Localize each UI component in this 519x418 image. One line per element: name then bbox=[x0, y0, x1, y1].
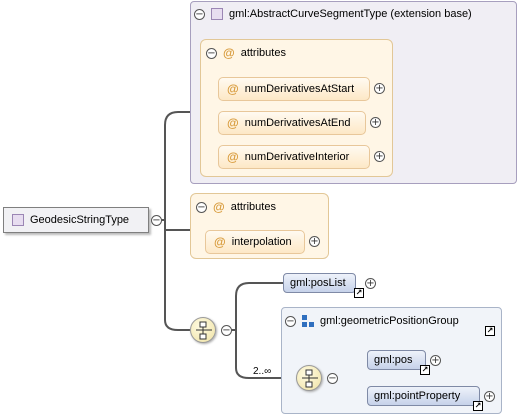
attribute-label: numDerivativesAtEnd bbox=[244, 117, 351, 129]
collapse-group-button[interactable]: − bbox=[285, 315, 296, 327]
attribute-icon: @ bbox=[227, 116, 239, 130]
expand-numDerivativeInterior-button[interactable]: + bbox=[374, 151, 385, 162]
reference-arrow-icon: ↗ bbox=[420, 365, 430, 375]
attribute-interpolation[interactable]: @ interpolation bbox=[205, 230, 305, 254]
collapse-root-button[interactable]: − bbox=[151, 215, 162, 226]
complex-type-icon bbox=[12, 214, 24, 226]
own-attributes-header: − @ attributes bbox=[196, 200, 276, 214]
base-type-header: − gml:AbstractCurveSegmentType (extensio… bbox=[194, 8, 472, 20]
expand-pointProperty-button[interactable]: + bbox=[484, 391, 495, 402]
reference-arrow-icon: ↗ bbox=[485, 326, 495, 336]
reference-arrow-icon: ↗ bbox=[354, 288, 364, 298]
attribute-numDerivativesAtEnd[interactable]: @ numDerivativesAtEnd bbox=[218, 111, 366, 135]
collapse-base-attributes-button[interactable]: − bbox=[206, 47, 217, 59]
element-posList[interactable]: gml:posList bbox=[283, 273, 356, 293]
base-attributes-header: − @ attributes bbox=[206, 46, 286, 60]
attribute-icon: @ bbox=[223, 46, 235, 60]
root-type-box[interactable]: GeodesicStringType bbox=[3, 207, 149, 233]
own-attributes-label: attributes bbox=[230, 201, 276, 213]
attribute-icon: @ bbox=[213, 200, 225, 214]
attribute-label: numDerivativeInterior bbox=[244, 151, 350, 163]
sequence-compositor-icon[interactable] bbox=[296, 365, 322, 391]
element-pos[interactable]: gml:pos bbox=[367, 350, 426, 370]
collapse-base-type-button[interactable]: − bbox=[194, 8, 205, 20]
base-type-title: gml:AbstractCurveSegmentType (extension … bbox=[229, 8, 472, 20]
base-attributes-label: attributes bbox=[240, 47, 286, 59]
reference-arrow-icon: ↗ bbox=[473, 401, 483, 411]
attribute-label: interpolation bbox=[231, 236, 292, 248]
attribute-numDerivativeInterior[interactable]: @ numDerivativeInterior bbox=[218, 145, 370, 169]
cardinality-label: 2..∞ bbox=[253, 366, 272, 377]
collapse-sequence-button[interactable]: − bbox=[327, 373, 338, 384]
group-title: gml:geometricPositionGroup bbox=[320, 315, 459, 327]
attribute-label: numDerivativesAtStart bbox=[244, 83, 355, 95]
complex-type-icon bbox=[211, 8, 223, 20]
element-label: gml:pointProperty bbox=[374, 390, 461, 402]
expand-posList-button[interactable]: + bbox=[365, 278, 376, 289]
attribute-icon: @ bbox=[214, 235, 226, 249]
expand-numDerivativesAtEnd-button[interactable]: + bbox=[370, 117, 381, 128]
collapse-own-attributes-button[interactable]: − bbox=[196, 201, 207, 213]
element-label: gml:pos bbox=[374, 354, 413, 366]
collapse-choice-button[interactable]: − bbox=[221, 325, 232, 336]
group-icon bbox=[302, 315, 314, 327]
expand-pos-button[interactable]: + bbox=[430, 355, 441, 366]
group-header: − gml:geometricPositionGroup bbox=[285, 315, 459, 327]
element-pointProperty[interactable]: gml:pointProperty bbox=[367, 386, 480, 406]
attribute-numDerivativesAtStart[interactable]: @ numDerivativesAtStart bbox=[218, 77, 370, 101]
attribute-icon: @ bbox=[227, 150, 239, 164]
expand-interpolation-button[interactable]: + bbox=[309, 236, 320, 247]
attribute-icon: @ bbox=[227, 82, 239, 96]
expand-numDerivativesAtStart-button[interactable]: + bbox=[374, 83, 385, 94]
element-label: gml:posList bbox=[290, 277, 346, 289]
root-type-name: GeodesicStringType bbox=[30, 214, 130, 226]
choice-compositor-icon[interactable] bbox=[190, 317, 216, 343]
